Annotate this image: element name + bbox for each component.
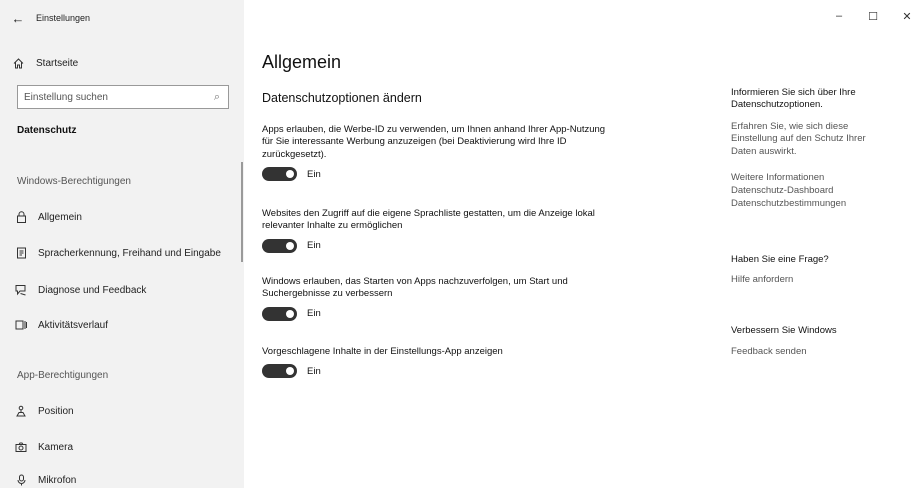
speech-icon bbox=[0, 247, 38, 259]
suggested-content-toggle[interactable] bbox=[262, 364, 297, 379]
sidebar-item-label: Position bbox=[38, 405, 74, 417]
page-title: Allgemein bbox=[262, 52, 342, 72]
setting-app-launch-tracking: Windows erlauben, das Starten von Apps n… bbox=[262, 276, 607, 321]
sidebar-item-home[interactable]: Startseite bbox=[0, 52, 78, 74]
app-permissions-heading: App-Berechtigungen bbox=[17, 370, 109, 381]
link-feedback-senden[interactable]: Feedback senden bbox=[731, 346, 911, 358]
improve-heading: Verbessern Sie Windows bbox=[731, 325, 837, 336]
sidebar-item-label: Spracherkennung, Freihand und Eingabe bbox=[38, 247, 221, 259]
setting-language-list: Websites den Zugriff auf die eigene Spra… bbox=[262, 208, 607, 253]
sidebar-item-label: Diagnose und Feedback bbox=[38, 284, 147, 296]
sidebar-item-label: Aktivitätsverlauf bbox=[38, 319, 109, 331]
language-list-toggle[interactable] bbox=[262, 238, 297, 253]
setting-advertising-id: Apps erlauben, die Werbe-ID zu verwenden… bbox=[262, 124, 607, 182]
question-heading: Haben Sie eine Frage? bbox=[731, 254, 829, 265]
setting-description: Windows erlauben, das Starten von Apps n… bbox=[262, 276, 568, 300]
link-weitere-informationen[interactable]: Weitere Informationen bbox=[731, 172, 911, 184]
sidebar-item-label: Mikrofon bbox=[38, 474, 77, 486]
maximize-icon[interactable]: ☐ bbox=[856, 0, 890, 32]
lock-icon bbox=[0, 211, 38, 223]
search-input[interactable] bbox=[24, 91, 206, 103]
sidebar-scrollbar[interactable] bbox=[241, 162, 243, 262]
link-hilfe-anfordern[interactable]: Hilfe anfordern bbox=[731, 274, 911, 286]
advertising-id-toggle[interactable] bbox=[262, 167, 297, 182]
setting-description: Vorgeschlagene Inhalte in der Einstellun… bbox=[262, 346, 503, 357]
sidebar-item-label: Allgemein bbox=[38, 211, 82, 223]
search-icon[interactable]: ⌕ bbox=[206, 91, 228, 104]
camera-icon bbox=[0, 442, 38, 453]
toggle-state-label: Ein bbox=[307, 168, 321, 180]
app-launch-tracking-toggle[interactable] bbox=[262, 306, 297, 321]
sidebar-item-aktivitaetsverlauf[interactable]: Aktivitätsverlauf bbox=[0, 313, 244, 337]
toggle-state-label: Ein bbox=[307, 308, 321, 320]
section-title: Datenschutz bbox=[17, 125, 77, 136]
info-heading-line1: Informieren Sie sich über Ihre bbox=[731, 87, 856, 98]
location-icon bbox=[0, 405, 38, 417]
setting-suggested-content: Vorgeschlagene Inhalte in der Einstellun… bbox=[262, 346, 607, 379]
feedback-icon bbox=[0, 284, 38, 296]
minimize-icon[interactable]: – bbox=[822, 0, 856, 32]
search-box[interactable]: ⌕ bbox=[17, 85, 229, 109]
sidebar-item-kamera[interactable]: Kamera bbox=[0, 435, 244, 459]
title-bar: ← Einstellungen bbox=[0, 0, 244, 36]
sidebar-item-allgemein[interactable]: Allgemein bbox=[0, 205, 244, 229]
settings-window: ← Einstellungen Startseite ⌕ Datenschutz… bbox=[0, 0, 924, 488]
window-title: Einstellungen bbox=[36, 13, 91, 23]
toggle-state-label: Ein bbox=[307, 365, 321, 377]
sidebar-item-position[interactable]: Position bbox=[0, 399, 244, 423]
sidebar: ← Einstellungen Startseite ⌕ Datenschutz… bbox=[0, 0, 244, 488]
microphone-icon bbox=[0, 474, 38, 486]
sidebar-item-label: Kamera bbox=[38, 441, 74, 453]
windows-permissions-heading: Windows-Berechtigungen bbox=[17, 176, 131, 187]
info-heading-line2: Datenschutzoptionen. bbox=[731, 99, 823, 110]
sidebar-item-spracherkennung[interactable]: Spracherkennung, Freihand und Eingabe bbox=[0, 241, 244, 265]
setting-description: Apps erlauben, die Werbe-ID zu verwenden… bbox=[262, 124, 606, 160]
info-text: Erfahren Sie, wie sich diese Einstellung… bbox=[731, 121, 866, 157]
toggle-state-label: Ein bbox=[307, 240, 321, 252]
link-datenschutz-dashboard[interactable]: Datenschutz-Dashboard bbox=[731, 185, 911, 197]
link-datenschutzbestimmungen[interactable]: Datenschutzbestimmungen bbox=[731, 198, 911, 210]
window-controls: – ☐ ✕ bbox=[822, 0, 924, 32]
sidebar-item-diagnose[interactable]: Diagnose und Feedback bbox=[0, 278, 244, 302]
activity-icon bbox=[0, 319, 38, 331]
sidebar-item-mikrofon[interactable]: Mikrofon bbox=[0, 468, 244, 488]
close-icon[interactable]: ✕ bbox=[890, 0, 924, 32]
back-arrow-icon[interactable]: ← bbox=[0, 0, 36, 36]
sidebar-item-label: Startseite bbox=[36, 57, 79, 69]
section-subtitle: Datenschutzoptionen ändern bbox=[262, 91, 422, 105]
home-icon bbox=[0, 57, 36, 69]
setting-description: Websites den Zugriff auf die eigene Spra… bbox=[262, 208, 595, 232]
